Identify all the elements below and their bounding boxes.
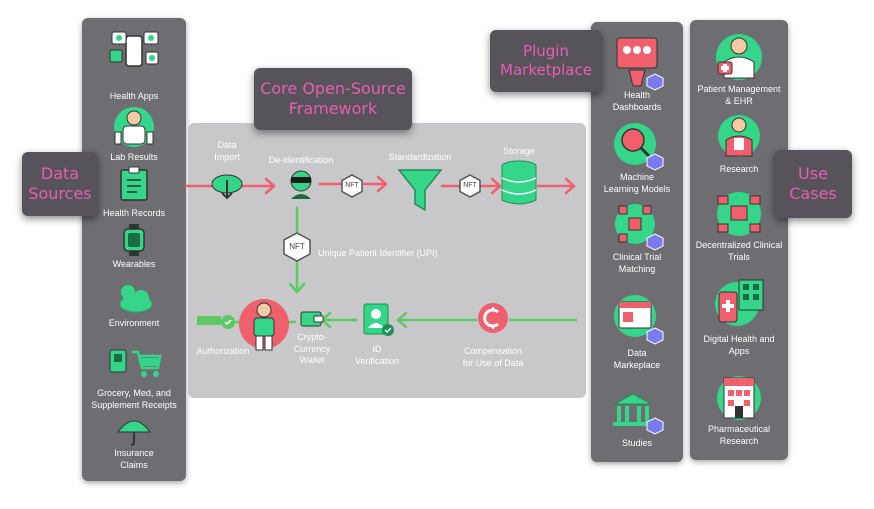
plugin-label: Clinical Trial Matching: [612, 252, 662, 274]
pipeline-label: Storage: [503, 146, 535, 156]
data-source-label: Insurance Claims: [114, 448, 154, 470]
browser-icon: [614, 295, 664, 345]
pharma-building-icon: [717, 376, 761, 420]
institution-icon: [613, 393, 664, 435]
data-source-label: Environment: [108, 318, 160, 328]
pipeline-label: Compensation for Use of Data: [462, 346, 524, 368]
phone-apps-icon: [109, 31, 159, 67]
dashboard-icon: [616, 37, 664, 91]
use-case-label: Patient Management & EHR: [697, 84, 781, 106]
masked-person-icon: [290, 170, 312, 199]
smartwatch-icon: [123, 224, 145, 256]
plugin-label: Studies: [621, 438, 653, 448]
use-case-label: Research: [719, 164, 759, 174]
umbrella-icon: [117, 420, 151, 446]
nft-label: NFT: [289, 242, 305, 251]
upi-label: Unique Patient Identifier (UPI): [318, 248, 438, 258]
doctor-icon: [716, 34, 762, 80]
cloud-download-icon: [211, 174, 243, 200]
use-case-label: Pharmaceutical Research: [707, 424, 771, 446]
cart-icon: [109, 349, 162, 377]
data-source-label: Health Records: [102, 208, 166, 218]
researcher-icon: [718, 115, 760, 157]
pipeline-label: ID Verification: [354, 344, 400, 366]
nft-label: NFT: [345, 182, 359, 189]
nft-label: NFT: [463, 182, 477, 189]
data-source-label: Wearables: [112, 259, 156, 269]
key-icon: [197, 315, 235, 329]
scientist-icon: [114, 107, 154, 147]
digital-health-icon: [715, 279, 764, 326]
pipeline-label: Data Import: [214, 140, 240, 162]
data-source-label: Grocery, Med, and Supplement Receipts: [91, 388, 177, 410]
clipboard-icon: [120, 166, 148, 201]
id-badge-icon: [363, 303, 394, 336]
data-source-label: Health Apps: [109, 91, 159, 101]
wallet-icon: [300, 311, 324, 327]
pipeline-label: Standardization: [388, 152, 452, 162]
use-case-label: Decentralized Clinical Trials: [695, 240, 783, 262]
pipeline-label: Authorization: [196, 346, 250, 356]
data-source-label: Lab Results: [110, 152, 158, 162]
network-icon: [615, 204, 664, 251]
funnel-icon: [397, 169, 443, 212]
use-case-label: Digital Health and Apps: [703, 334, 775, 356]
cloud-sun-icon: [119, 285, 153, 313]
plugin-label: Health Dashboards: [612, 90, 662, 112]
plugin-label: Data Markeplace: [613, 348, 661, 370]
pipeline-label: De-identification: [268, 155, 334, 165]
plugin-label: Machine Learning Models: [603, 172, 671, 194]
brain-search-icon: [614, 123, 664, 171]
trial-network-icon: [717, 192, 761, 236]
pipeline-label: Crypto- Currency Wallet: [293, 332, 331, 366]
crypto-coin-icon: [478, 303, 508, 333]
database-icon: [501, 160, 537, 205]
